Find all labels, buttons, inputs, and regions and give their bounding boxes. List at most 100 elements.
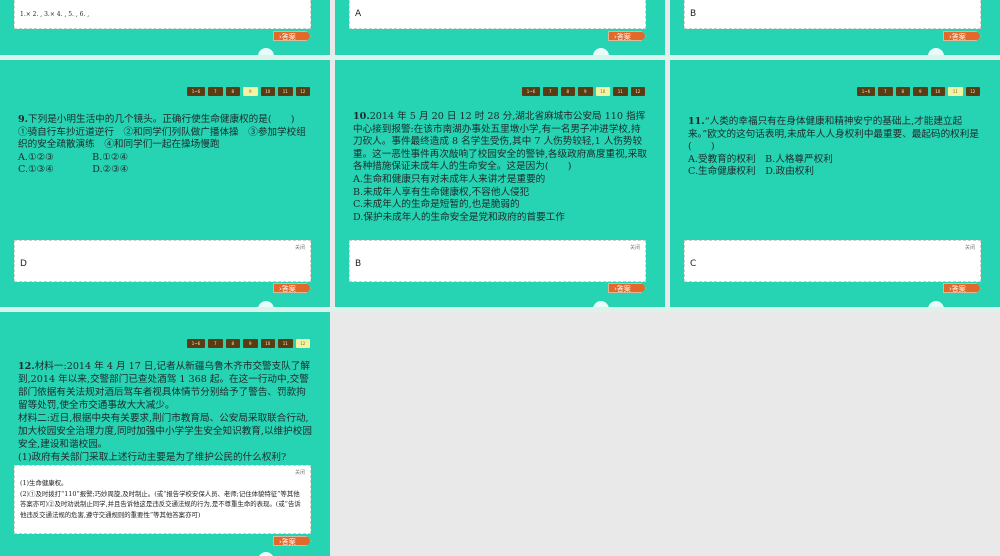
answer-text: (1)生命健康权。 (2)①及时拨打“110”报警;巧妙周旋,及时制止。(或“报告… [20,478,305,520]
close-button[interactable]: 关闭 [965,244,975,251]
question-option: C.未成年人的生命是短暂的,也是脆弱的 [353,199,520,211]
question-option: A.①②③ B.①②④ [18,151,129,163]
slide-tab-icon [258,301,274,307]
answer-button[interactable]: ›答案 [273,31,311,41]
question-option: ①骑自行车抄近道逆行 ②和同学们列队做广播体操 ③参加学校组织的安全疏散演练 ④… [18,126,306,151]
answer-button[interactable]: ›答案 [608,31,646,41]
question-prompt: (1)政府有关部门采取上述行动主要是为了维护公民的什么权利? [18,452,287,463]
nav-button-4[interactable]: 10 [260,339,275,348]
close-button[interactable]: 关闭 [295,469,305,476]
nav-button-0[interactable]: 1~6 [187,87,205,96]
nav-button-0[interactable]: 1~6 [857,87,875,96]
question-text: 11.“人类的幸福只有在身体健康和精神安宁的基础上,才能建立起来。”欧文的这句话… [688,116,982,179]
nav-button-2[interactable]: 8 [225,339,240,348]
nav-button-5[interactable]: 11 [278,339,293,348]
question-option: D.保护未成年人的生命安全是党和政府的首要工作 [353,211,565,223]
question-number: 10. [353,111,370,122]
nav-button-2[interactable]: 8 [560,87,575,96]
nav-button-4[interactable]: 10 [260,87,275,96]
nav-button-1[interactable]: 7 [208,339,223,348]
answer-box: 关闭 (1)生命健康权。 (2)①及时拨打“110”报警;巧妙周旋,及时制止。(或“… [14,465,311,534]
question-option: A.生命和健康只有对未成年人来讲才是重要的 [353,173,546,185]
answer-box: 关闭 B [349,240,646,282]
nav-button-1[interactable]: 7 [543,87,558,96]
nav-button-2[interactable]: 8 [225,87,240,96]
nav-button-2[interactable]: 8 [895,87,910,96]
question-line: 12.材料一:2014 年 4 月 17 日,记者从新疆乌鲁木齐市交警支队了解到… [18,360,312,412]
slide-thumbnail[interactable]: 关闭1.× 2. , 3.× 4. , 5. , 6. , ›答案 [0,0,330,55]
answer-text: B [355,259,362,269]
answer-button[interactable]: ›答案 [273,283,311,293]
slide-thumbnail[interactable]: 关闭A ›答案 [335,0,665,55]
nav-button-1[interactable]: 7 [878,87,893,96]
question-text: 10.2014 年 5 月 20 日 12 时 28 分,湖北省麻城市公安局 1… [353,111,647,224]
question-number: 9. [18,114,29,125]
question-option: C.生命健康权利 D.政由权利 [688,166,814,178]
question-line: 9.下列是小明生活中的几个镜头。正确行使生命健康权的是( ) [18,114,312,127]
slide-thumbnail[interactable]: 1~6 7 8 9 10 11 12 11.“人类的幸福只有在身体健康和精神安宁的基础上,才能… [670,60,1000,307]
answer-text: C [690,259,697,269]
answer-button[interactable]: ›答案 [273,536,311,546]
answer-box: 关闭B [684,0,981,29]
slide-thumbnail[interactable]: 1~6 7 8 9 10 11 12 12.材料一:2014 年 4 月 17 日,记者从新疆… [0,312,330,556]
slide-thumbnail[interactable]: 关闭B ›答案 [670,0,1000,55]
slide-tab-icon [593,48,609,55]
question-line: 10.2014 年 5 月 20 日 12 时 28 分,湖北省麻城市公安局 1… [353,111,647,174]
answer-button[interactable]: ›答案 [943,283,981,293]
slide-tab-icon [258,48,274,55]
nav-button-5[interactable]: 11 [948,87,963,96]
nav-button-4[interactable]: 10 [930,87,945,96]
question-text: 9.下列是小明生活中的几个镜头。正确行使生命健康权的是( ) ①骑自行车抄近道逆行… [18,114,312,177]
question-stem: 下列是小明生活中的几个镜头。正确行使生命健康权的是( ) [28,114,295,125]
slide-tab-icon [928,48,944,55]
slide-tab-icon [928,301,944,307]
question-number: 11. [688,116,705,127]
answer-text: 1.× 2. , 3.× 4. , 5. , 6. , [20,11,90,18]
nav-button-3[interactable]: 9 [243,87,258,96]
answer-box: 关闭 D [14,240,311,282]
answer-button[interactable]: ›答案 [943,31,981,41]
answer-text: D [20,259,27,269]
question-stem: 材料一:2014 年 4 月 17 日,记者从新疆乌鲁木齐市交警支队了解到,20… [18,361,311,411]
close-button[interactable]: 关闭 [630,244,640,251]
answer-text: A [355,9,362,19]
nav-button-1[interactable]: 7 [208,87,223,96]
question-text: 12.材料一:2014 年 4 月 17 日,记者从新疆乌鲁木齐市交警支队了解到… [18,360,312,464]
nav-button-0[interactable]: 1~6 [187,339,205,348]
answer-box: 关闭 C [684,240,981,282]
question-material: 材料二:近日,根据中央有关要求,荆门市教育局、公安局采取联合行动,加大校园安全治… [18,413,312,450]
nav-button-4[interactable]: 10 [595,87,610,96]
nav-button-6[interactable]: 12 [295,87,310,96]
slide-nav: 1~6 7 8 9 10 11 12 [522,87,645,96]
question-option: C.①③④ D.②③④ [18,164,129,176]
nav-button-5[interactable]: 11 [278,87,293,96]
answer-line: (1)生命健康权。 [20,479,68,487]
slide-nav: 1~6 7 8 9 10 11 12 [187,87,310,96]
question-line: 11.“人类的幸福只有在身体健康和精神安宁的基础上,才能建立起来。”欧文的这句话… [688,116,982,154]
question-stem: 2014 年 5 月 20 日 12 时 28 分,湖北省麻城市公安局 110 … [353,111,647,173]
nav-button-5[interactable]: 11 [613,87,628,96]
nav-button-6[interactable]: 12 [630,87,645,96]
slide-nav: 1~6 7 8 9 10 11 12 [187,339,310,348]
slide-thumbnail[interactable]: 1~6 7 8 9 10 11 12 10.2014 年 5 月 20 日 12 时 28 分… [335,60,665,307]
answer-text: B [690,9,697,19]
slide-nav: 1~6 7 8 9 10 11 12 [857,87,980,96]
answer-box: 关闭A [349,0,646,29]
nav-button-3[interactable]: 9 [243,339,258,348]
question-stem: “人类的幸福只有在身体健康和精神安宁的基础上,才能建立起来。”欧文的这句话表明,… [688,116,979,153]
slide-tab-icon [593,301,609,307]
close-button[interactable]: 关闭 [295,244,305,251]
nav-button-0[interactable]: 1~6 [522,87,540,96]
slide-tab-icon [258,552,274,556]
question-option: B.未成年人享有生命健康权,不容他人侵犯 [353,186,530,198]
answer-line: (2)①及时拨打“110”报警;巧妙周旋,及时制止。(或“报告学校安保人员、老师… [20,489,301,519]
nav-button-6[interactable]: 12 [295,339,310,348]
nav-button-3[interactable]: 9 [913,87,928,96]
nav-button-6[interactable]: 12 [965,87,980,96]
question-number: 12. [18,361,35,372]
nav-button-3[interactable]: 9 [578,87,593,96]
answer-box: 关闭1.× 2. , 3.× 4. , 5. , 6. , [14,0,311,29]
slide-thumbnail[interactable]: 1~6 7 8 9 10 11 12 9.下列是小明生活中的几个镜头。正确行使生命健康权的是(… [0,60,330,307]
answer-button[interactable]: ›答案 [608,283,646,293]
question-option: A.受教育的权利 B.人格尊严权利 [688,153,833,165]
